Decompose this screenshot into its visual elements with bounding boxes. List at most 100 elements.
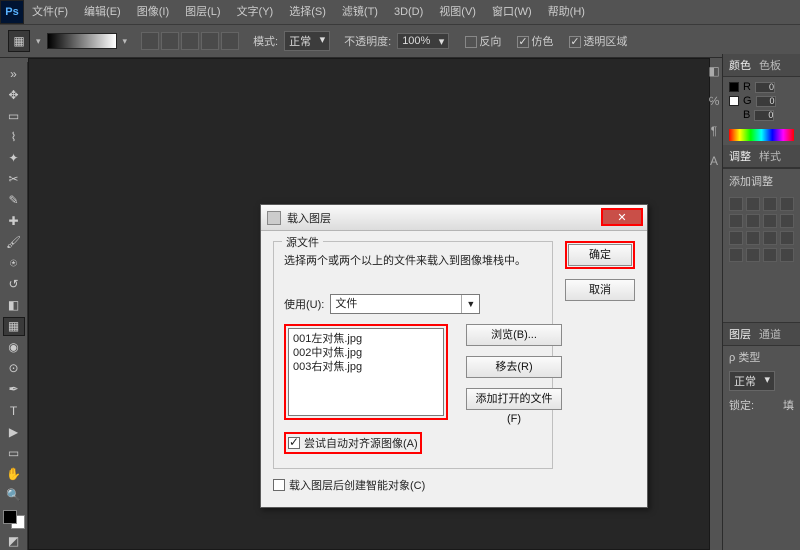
adj-icon[interactable] [729,231,743,245]
properties-panel-icon[interactable]: ℅ [706,94,722,110]
character-panel-icon[interactable]: ¶ [706,124,722,140]
tab-swatches[interactable]: 色板 [759,57,781,73]
adj-icon[interactable] [780,248,794,262]
tool-preset-chevron-icon[interactable]: ▾ [36,36,41,47]
dither-checkbox[interactable]: 仿色 [517,33,553,49]
menu-edit[interactable]: 编辑(E) [76,0,129,24]
menu-layer[interactable]: 图层(L) [177,0,228,24]
menu-3d[interactable]: 3D(D) [386,0,431,24]
blur-tool-icon[interactable]: ◉ [3,338,25,357]
tab-channels[interactable]: 通道 [759,326,781,342]
healing-tool-icon[interactable]: ✚ [3,211,25,230]
gradient-tool-icon-tb[interactable]: ▦ [3,317,25,336]
ok-button[interactable]: 确定 [568,244,632,266]
menu-type[interactable]: 文字(Y) [229,0,282,24]
menu-file[interactable]: 文件(F) [24,0,76,24]
adj-icon[interactable] [763,248,777,262]
crop-tool-icon[interactable]: ✂ [3,169,25,188]
adj-icon[interactable] [780,214,794,228]
adj-icon[interactable] [746,214,760,228]
app-logo: Ps [0,0,24,24]
opacity-select[interactable]: 100% [397,33,449,49]
dialog-close-button[interactable]: ✕ [601,208,643,226]
menu-filter[interactable]: 滤镜(T) [334,0,386,24]
history-panel-icon[interactable]: ◧ [706,64,722,80]
gradient-radial-icon[interactable] [161,32,179,50]
reverse-checkbox[interactable]: 反向 [465,33,501,49]
adj-icon[interactable] [763,197,777,211]
mode-select[interactable]: 正常 [284,31,330,51]
blend-mode-select[interactable]: 正常 [729,371,775,391]
adj-icon[interactable] [780,231,794,245]
gradient-angle-icon[interactable] [181,32,199,50]
marquee-tool-icon[interactable]: ▭ [3,106,25,125]
history-brush-tool-icon[interactable]: ↺ [3,275,25,294]
shape-tool-icon[interactable]: ▭ [3,443,25,462]
lasso-tool-icon[interactable]: ⌇ [3,127,25,146]
adj-icon[interactable] [763,214,777,228]
tab-styles[interactable]: 样式 [759,148,781,164]
toolbox: » ✥ ▭ ⌇ ✦ ✂ ✎ ✚ 🖌 ⍟ ↺ ◧ ▦ ◉ ⊙ ✒ T ▶ ▭ ✋ … [0,62,28,550]
hand-tool-icon[interactable]: ✋ [3,464,25,483]
smart-object-checkbox[interactable] [273,479,285,491]
adj-icon[interactable] [746,248,760,262]
add-open-button[interactable]: 添加打开的文件(F) [466,388,562,410]
r-input[interactable] [755,82,775,93]
source-files-desc: 选择两个或两个以上的文件来载入到图像堆栈中。 [284,252,542,268]
g-input[interactable] [756,96,776,107]
adj-icon[interactable] [780,197,794,211]
adj-icon[interactable] [729,248,743,262]
menu-view[interactable]: 视图(V) [431,0,484,24]
cancel-button[interactable]: 取消 [565,279,635,301]
zoom-tool-icon[interactable]: 🔍 [3,485,25,504]
list-item[interactable]: 002中对焦.jpg [293,346,439,360]
bg-swatch-icon[interactable] [729,96,739,106]
adj-icon[interactable] [763,231,777,245]
gradient-linear-icon[interactable] [141,32,159,50]
eyedropper-tool-icon[interactable]: ✎ [3,190,25,209]
dodge-tool-icon[interactable]: ⊙ [3,359,25,378]
type-tool-icon[interactable]: T [3,401,25,420]
adj-icon[interactable] [729,214,743,228]
tab-layers[interactable]: 图层 [729,326,751,342]
menu-help[interactable]: 帮助(H) [540,0,593,24]
gradient-picker-chevron-icon[interactable]: ▾ [123,36,128,47]
b-input[interactable] [754,110,774,121]
toolbox-handle-icon[interactable]: » [3,64,25,83]
menu-window[interactable]: 窗口(W) [484,0,540,24]
pen-tool-icon[interactable]: ✒ [3,380,25,399]
list-item[interactable]: 003右对焦.jpg [293,360,439,374]
brush-tool-icon[interactable]: 🖌 [3,233,25,252]
remove-button[interactable]: 移去(R) [466,356,562,378]
auto-align-checkbox[interactable] [288,437,300,449]
adj-icon[interactable] [729,197,743,211]
move-tool-icon[interactable]: ✥ [3,85,25,104]
path-select-tool-icon[interactable]: ▶ [3,422,25,441]
fg-swatch-icon[interactable] [729,82,739,92]
tab-adjustments[interactable]: 调整 [729,148,751,164]
gradient-tool-icon[interactable]: ▦ [8,30,30,52]
menu-image[interactable]: 图像(I) [129,0,177,24]
menu-select[interactable]: 选择(S) [281,0,334,24]
gradient-reflected-icon[interactable] [201,32,219,50]
gradient-sample[interactable] [47,33,117,49]
mode-label: 模式: [253,33,278,49]
quickmask-icon[interactable]: ◩ [3,531,25,550]
dialog-titlebar[interactable]: 载入图层 ✕ [261,205,647,231]
stamp-tool-icon[interactable]: ⍟ [3,254,25,273]
eraser-tool-icon[interactable]: ◧ [3,296,25,315]
list-item[interactable]: 001左对焦.jpg [293,332,439,346]
use-select[interactable]: 文件 ▼ [330,294,480,314]
right-panels: 颜色 色板 R G B 调整 样式 添加调整 图层 通道 ρ 类型 正常 锁定:… [722,54,800,550]
adj-icon[interactable] [746,197,760,211]
quick-select-tool-icon[interactable]: ✦ [3,148,25,167]
file-list[interactable]: 001左对焦.jpg 002中对焦.jpg 003右对焦.jpg [288,328,444,416]
color-spectrum[interactable] [729,129,794,141]
fgbg-swatch[interactable] [3,510,25,529]
gradient-diamond-icon[interactable] [221,32,239,50]
browse-button[interactable]: 浏览(B)... [466,324,562,346]
tab-color[interactable]: 颜色 [729,57,751,73]
transparent-checkbox[interactable]: 透明区域 [569,33,627,49]
paragraph-panel-icon[interactable]: A [706,154,722,170]
adj-icon[interactable] [746,231,760,245]
